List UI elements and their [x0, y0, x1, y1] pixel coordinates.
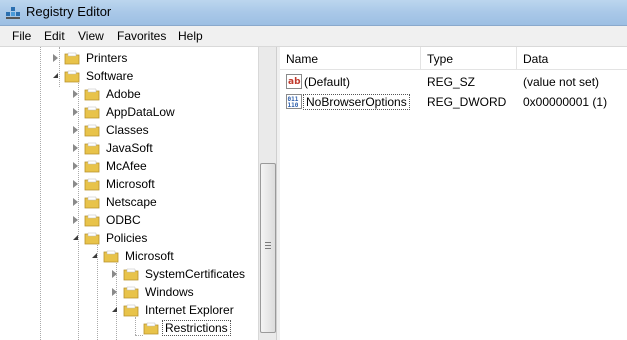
tree-item-label: Policies: [106, 231, 148, 245]
tree-item-printers[interactable]: Printers: [0, 49, 258, 67]
tree-item-policies[interactable]: Policies: [0, 229, 258, 247]
folder-icon: [123, 268, 139, 281]
menu-bar: File Edit View Favorites Help: [0, 26, 627, 47]
grip-line: [265, 245, 271, 246]
folder-icon: [123, 286, 139, 299]
folder-icon: [84, 160, 100, 173]
binary-value-icon: 011 110: [286, 94, 302, 109]
value-data: 0x00000001 (1): [523, 95, 608, 109]
menu-favorites[interactable]: Favorites: [115, 29, 168, 43]
folder-icon: [84, 196, 100, 209]
tree-item-label: ODBC: [106, 213, 141, 227]
value-type: REG_DWORD: [427, 95, 507, 109]
expand-arrow-icon[interactable]: [73, 144, 78, 152]
folder-icon: [84, 214, 100, 227]
registry-values-list[interactable]: Name Type Data ab (Default) REG_SZ (valu…: [280, 47, 627, 340]
tree-item-label: Classes: [106, 123, 149, 137]
folder-icon: [84, 178, 100, 191]
folder-icon: [84, 124, 100, 137]
menu-view[interactable]: View: [76, 29, 106, 43]
tree-item-label: Windows: [145, 285, 194, 299]
tree-item-classes[interactable]: Classes: [0, 121, 258, 139]
collapse-arrow-icon[interactable]: [73, 235, 78, 240]
value-data: (value not set): [523, 75, 600, 89]
menu-edit[interactable]: Edit: [42, 29, 67, 43]
tree-item-appdatalow[interactable]: AppDataLow: [0, 103, 258, 121]
tree-item-label: Printers: [86, 51, 128, 65]
folder-icon: [84, 106, 100, 119]
expand-arrow-icon[interactable]: [112, 270, 117, 278]
collapse-arrow-icon[interactable]: [112, 307, 117, 312]
expand-arrow-icon[interactable]: [73, 198, 78, 206]
collapse-arrow-icon[interactable]: [92, 253, 97, 258]
expand-arrow-icon[interactable]: [53, 54, 58, 62]
tree-item-label: McAfee: [106, 159, 147, 173]
list-header: Name Type Data: [280, 47, 627, 70]
folder-icon: [64, 70, 80, 83]
tree-item-adobe[interactable]: Adobe: [0, 85, 258, 103]
column-header-data[interactable]: Data: [517, 47, 627, 69]
list-row-default[interactable]: ab (Default) REG_SZ (value not set): [280, 72, 627, 91]
folder-icon: [84, 232, 100, 245]
svg-text:110: 110: [288, 102, 299, 109]
tree-item-odbc[interactable]: ODBC: [0, 211, 258, 229]
tree-item-label: AppDataLow: [106, 105, 175, 119]
expand-arrow-icon[interactable]: [112, 288, 117, 296]
tree-item-windows[interactable]: Windows: [0, 283, 258, 301]
folder-icon: [84, 88, 100, 101]
expand-arrow-icon[interactable]: [73, 90, 78, 98]
tree-item-label: Restrictions: [162, 320, 231, 336]
value-name: NoBrowserOptions: [303, 94, 410, 110]
tree-vertical-scrollbar[interactable]: [258, 47, 276, 340]
tree-item-software[interactable]: Software: [0, 67, 258, 85]
menu-file[interactable]: File: [10, 29, 33, 43]
folder-icon: [123, 304, 139, 317]
window-title: Registry Editor: [26, 4, 112, 19]
expand-arrow-icon[interactable]: [73, 126, 78, 134]
menu-help[interactable]: Help: [176, 29, 205, 43]
tree-item-label: Adobe: [106, 87, 141, 101]
tree-item-label: Netscape: [106, 195, 157, 209]
value-type: REG_SZ: [427, 75, 476, 89]
string-value-icon: ab: [286, 74, 302, 89]
tree-item-label: Microsoft: [125, 249, 174, 263]
list-row-nobrowseroptions[interactable]: 011 110 NoBrowserOptions REG_DWORD 0x000…: [280, 92, 627, 111]
tree-item-systemcertificates[interactable]: SystemCertificates: [0, 265, 258, 283]
title-bar[interactable]: Registry Editor: [0, 0, 627, 26]
column-header-name[interactable]: Name: [280, 47, 421, 69]
expand-arrow-icon[interactable]: [73, 180, 78, 188]
grip-line: [265, 242, 271, 243]
folder-icon: [64, 52, 80, 65]
folder-icon: [84, 142, 100, 155]
folder-open-icon: [143, 322, 159, 335]
tree-item-label: JavaSoft: [106, 141, 153, 155]
tree-item-label: SystemCertificates: [145, 267, 246, 281]
tree-item-policies-microsoft[interactable]: Microsoft: [0, 247, 258, 265]
expand-arrow-icon[interactable]: [73, 108, 78, 116]
registry-key-tree[interactable]: Printers Software Adobe AppDataLow Class…: [0, 47, 258, 340]
value-name: (Default): [304, 75, 351, 89]
scrollbar-thumb[interactable]: [260, 163, 276, 333]
tree-item-netscape[interactable]: Netscape: [0, 193, 258, 211]
expand-arrow-icon[interactable]: [73, 162, 78, 170]
tree-item-label: Internet Explorer: [145, 303, 234, 317]
registry-editor-icon: [6, 7, 20, 19]
tree-item-label: Microsoft: [106, 177, 155, 191]
column-header-type[interactable]: Type: [421, 47, 517, 69]
tree-item-label: Software: [86, 69, 134, 83]
expand-arrow-icon[interactable]: [73, 216, 78, 224]
grip-line: [265, 248, 271, 249]
tree-item-javasoft[interactable]: JavaSoft: [0, 139, 258, 157]
collapse-arrow-icon[interactable]: [53, 73, 58, 78]
tree-item-restrictions[interactable]: Restrictions: [0, 319, 258, 337]
folder-icon: [103, 250, 119, 263]
tree-item-mcafee[interactable]: McAfee: [0, 157, 258, 175]
tree-item-internet-explorer[interactable]: Internet Explorer: [0, 301, 258, 319]
tree-item-microsoft[interactable]: Microsoft: [0, 175, 258, 193]
svg-text:ab: ab: [288, 77, 301, 87]
